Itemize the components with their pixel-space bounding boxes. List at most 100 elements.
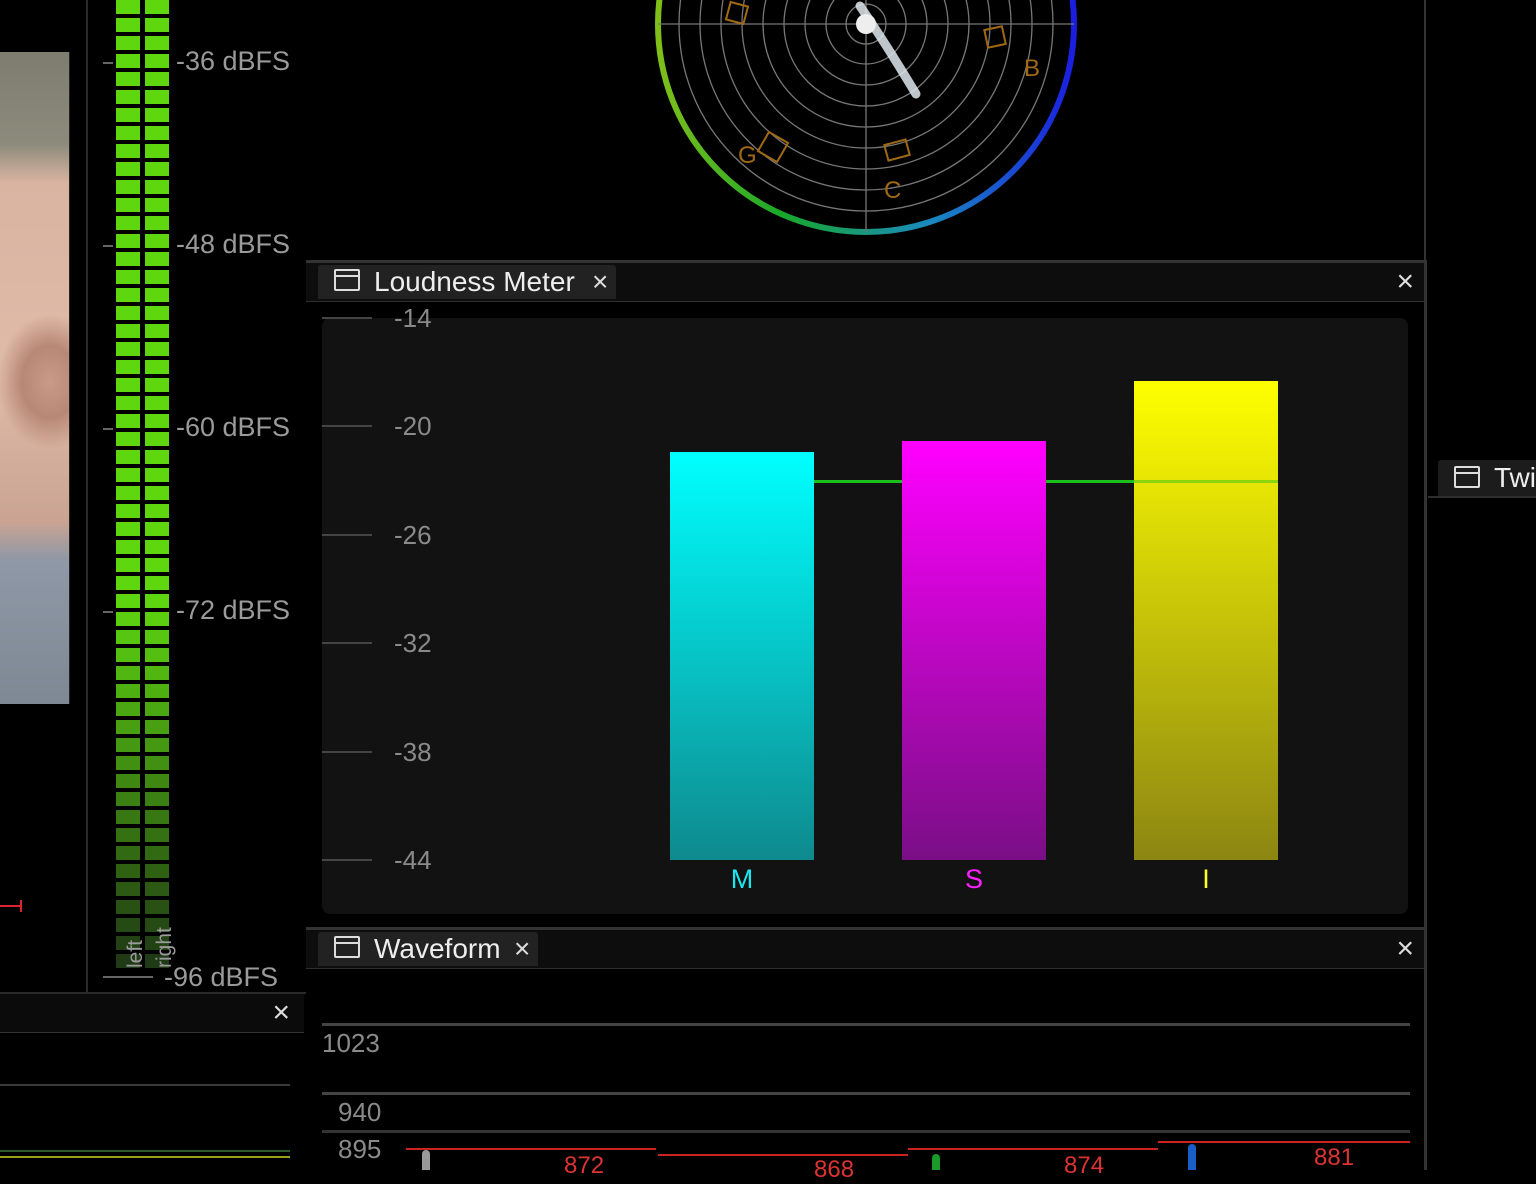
meter-segment xyxy=(145,576,169,590)
tab-loudness-meter[interactable]: Loudness Meter × xyxy=(318,265,616,299)
meter-segment xyxy=(116,396,140,410)
waveform-level-label: 895 xyxy=(338,1134,382,1164)
db-scale-label: -72 dBFS xyxy=(176,595,291,625)
meter-segment xyxy=(145,90,169,104)
meter-segment xyxy=(116,36,140,50)
meter-segment xyxy=(145,252,169,266)
window-icon xyxy=(334,269,360,291)
y-axis-label: -20 xyxy=(394,411,432,442)
loudness-chart: -14 -20 -26 -32 -38 -44 M S I xyxy=(322,303,1408,914)
waveform-trace xyxy=(932,1154,940,1170)
y-axis-tick xyxy=(322,425,372,428)
db-scale-label: -96 dBFS xyxy=(164,962,279,992)
panel-header-border xyxy=(1428,496,1536,498)
playhead-marker-tick xyxy=(20,900,22,912)
waveform-panel: Waveform × × 1023 940 895 872 868 874 88… xyxy=(306,927,1427,1183)
tab-waveform[interactable]: Waveform × xyxy=(318,932,538,966)
meter-segment xyxy=(145,126,169,140)
meter-segment xyxy=(145,540,169,554)
meter-segment xyxy=(116,18,140,32)
vectorscope-marker: G xyxy=(738,142,757,169)
close-icon[interactable]: × xyxy=(1396,263,1414,301)
meter-segment xyxy=(116,648,140,662)
meter-segment xyxy=(145,594,169,608)
waveform-graph xyxy=(306,969,1424,1169)
tab-title: Twi xyxy=(1494,462,1536,493)
y-axis-tick xyxy=(322,750,372,753)
window-icon xyxy=(1454,466,1480,488)
meter-segment xyxy=(116,0,140,14)
meter-segment xyxy=(145,342,169,356)
meter-segment xyxy=(116,270,140,284)
bottom-left-panel-header: × xyxy=(0,994,304,1033)
meter-segment xyxy=(116,630,140,644)
audio-meter-left-channel xyxy=(116,0,140,970)
meter-segment xyxy=(116,882,140,896)
meter-segment xyxy=(145,414,169,428)
meter-segment xyxy=(116,810,140,824)
waveform-gridline xyxy=(322,1092,1410,1095)
playhead-marker[interactable] xyxy=(0,905,22,907)
meter-segment xyxy=(116,198,140,212)
graph-line xyxy=(0,1084,290,1086)
meter-segment xyxy=(116,144,140,158)
meter-segment xyxy=(116,72,140,86)
meter-segment xyxy=(116,774,140,788)
tab-close-icon[interactable]: × xyxy=(592,265,608,299)
meter-segment xyxy=(145,306,169,320)
loudness-bar-label: I xyxy=(1202,864,1210,894)
meter-segment xyxy=(145,18,169,32)
y-axis-tick xyxy=(322,642,372,645)
loudness-meter-panel: Loudness Meter × × -14 -20 -26 -32 -38 -44 M S I xyxy=(306,260,1427,930)
meter-segment xyxy=(116,918,140,932)
graph-line xyxy=(0,1150,290,1152)
meter-segment xyxy=(116,540,140,554)
meter-segment xyxy=(116,486,140,500)
close-icon[interactable]: × xyxy=(272,994,290,1032)
target-loudness-line xyxy=(1134,479,1278,483)
meter-segment xyxy=(145,810,169,824)
waveform-channel-line xyxy=(908,1148,1158,1150)
meter-segment xyxy=(116,108,140,122)
meter-segment xyxy=(145,720,169,734)
meter-segment xyxy=(116,828,140,842)
meter-segment xyxy=(116,288,140,302)
audio-meter-right-channel xyxy=(145,0,169,970)
window-icon xyxy=(334,936,360,958)
meter-segment xyxy=(116,702,140,716)
meter-segment xyxy=(145,900,169,914)
meter-segment xyxy=(145,144,169,158)
vectorscope-marker: C xyxy=(884,177,901,204)
meter-segment xyxy=(116,54,140,68)
meter-segment xyxy=(116,594,140,608)
meter-segment xyxy=(116,684,140,698)
meter-segment xyxy=(116,306,140,320)
meter-segment xyxy=(145,288,169,302)
meter-segment xyxy=(145,738,169,752)
meter-segment xyxy=(145,378,169,392)
waveform-level-label: 940 xyxy=(338,1097,382,1127)
meter-segment xyxy=(116,450,140,464)
meter-segment xyxy=(145,234,169,248)
meter-segment xyxy=(116,558,140,572)
db-scale-label: -48 dBFS xyxy=(176,229,291,259)
y-axis-label: -14 xyxy=(394,303,432,333)
meter-segment xyxy=(145,558,169,572)
meter-segment xyxy=(116,90,140,104)
meter-segment xyxy=(145,162,169,176)
meter-segment xyxy=(116,522,140,536)
meter-segment xyxy=(116,432,140,446)
db-tick xyxy=(103,245,113,247)
meter-segment xyxy=(116,360,140,374)
meter-segment xyxy=(116,900,140,914)
meter-segment xyxy=(116,846,140,860)
tab-twi[interactable]: Twi xyxy=(1438,460,1536,496)
tab-close-icon[interactable]: × xyxy=(514,932,530,966)
waveform-readout: 874 xyxy=(1064,1152,1105,1179)
meter-segment xyxy=(145,108,169,122)
waveform-readout: 881 xyxy=(1314,1144,1355,1171)
close-icon[interactable]: × xyxy=(1396,930,1414,968)
waveform-gridline xyxy=(322,1130,1410,1133)
db-scale-label: -60 dBFS xyxy=(176,412,291,442)
meter-segment xyxy=(145,0,169,14)
